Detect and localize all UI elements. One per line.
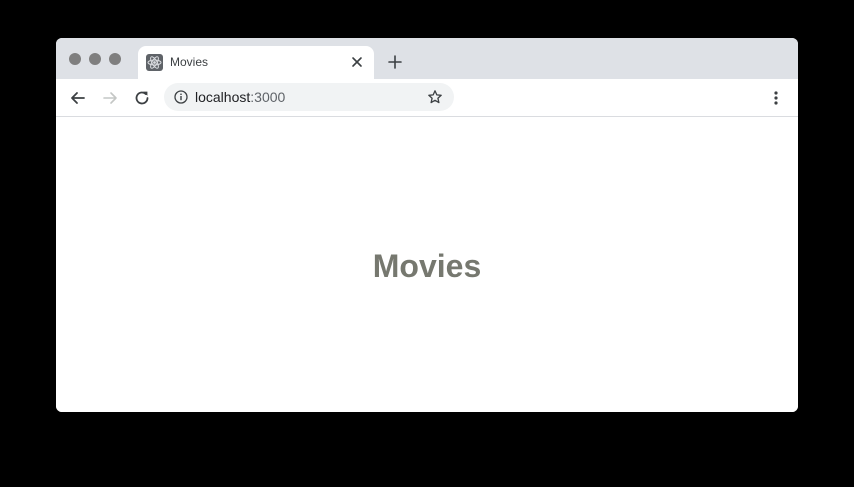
url-text: localhost:3000 (195, 90, 285, 105)
close-tab-icon[interactable] (349, 54, 365, 70)
tab-movies[interactable]: Movies (138, 46, 374, 79)
page-title: Movies (372, 248, 482, 284)
star-icon[interactable] (427, 89, 443, 105)
info-icon[interactable] (174, 90, 188, 104)
close-window-button[interactable] (69, 53, 81, 65)
browser-toolbar: localhost:3000 (56, 79, 798, 117)
reload-icon[interactable] (132, 88, 152, 108)
react-logo-icon (146, 54, 163, 71)
forward-arrow-icon[interactable] (100, 88, 120, 108)
address-bar[interactable]: localhost:3000 (164, 83, 454, 111)
new-tab-icon[interactable] (386, 53, 404, 71)
url-host: localhost (195, 89, 251, 105)
url-port: :3000 (250, 89, 286, 105)
minimize-window-button[interactable] (89, 53, 101, 65)
zoom-window-button[interactable] (109, 53, 121, 65)
page-content: Movies (56, 117, 798, 412)
kebab-menu-icon[interactable] (768, 88, 784, 108)
back-arrow-icon[interactable] (68, 88, 88, 108)
tab-title: Movies (170, 55, 209, 69)
tab-strip: Movies (56, 38, 798, 79)
browser-window: Movies localhost:3000 Movies (56, 38, 798, 412)
